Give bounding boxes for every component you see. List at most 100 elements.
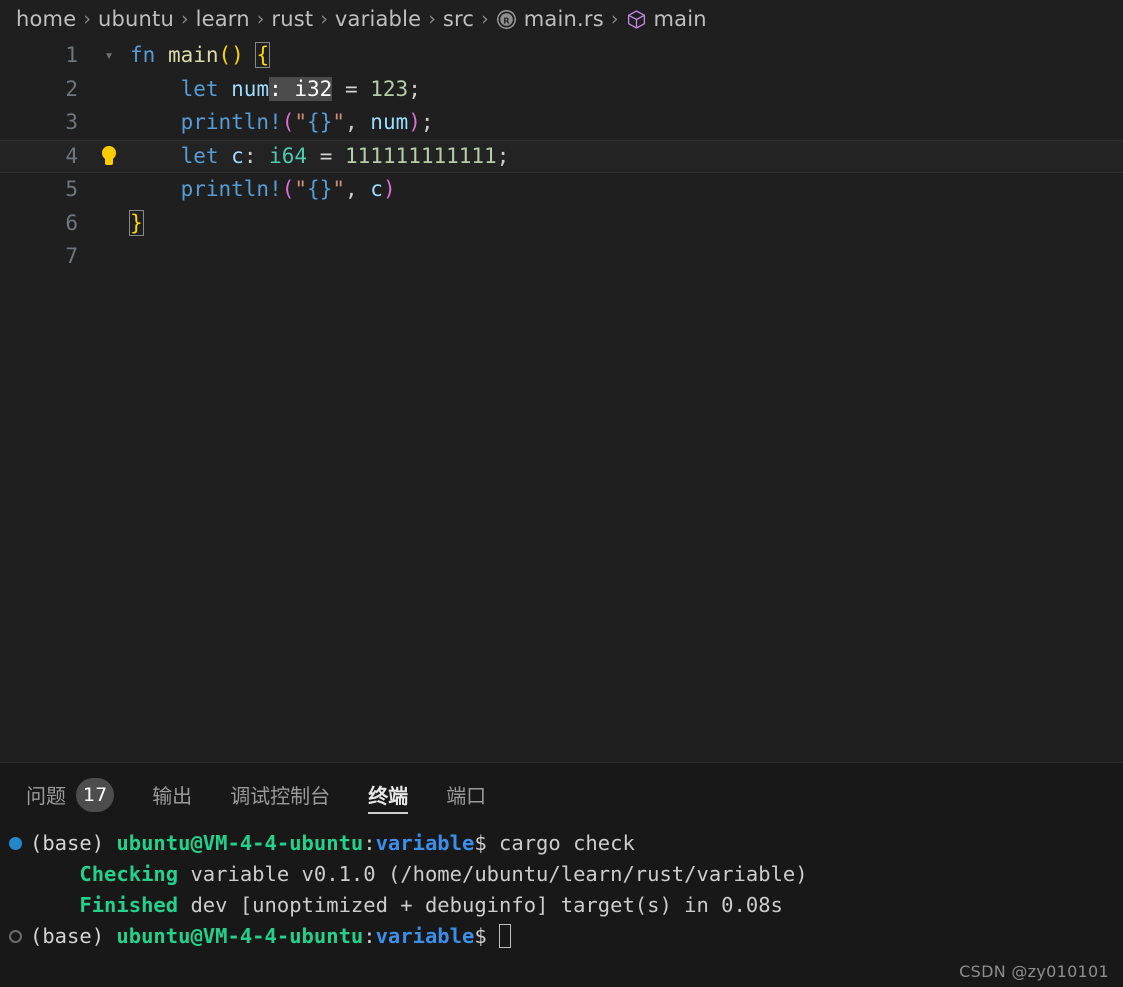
line-number: 5 — [65, 177, 78, 201]
code-line-5[interactable]: 5 println!("{}", c) — [0, 173, 1123, 207]
prompt-path: variable — [375, 924, 475, 948]
token-quote: " — [294, 110, 308, 134]
token-parens: () — [218, 43, 244, 67]
token-macro-println: println! — [180, 177, 282, 201]
line-number: 3 — [65, 110, 78, 134]
breadcrumb-separator: › — [256, 7, 265, 30]
token-quote: " — [294, 177, 308, 201]
token-colon: : — [243, 143, 270, 168]
token-comma: , — [345, 110, 371, 134]
token-variable-num: num — [218, 76, 270, 101]
command-success-marker-icon — [0, 837, 30, 850]
rust-file-icon: R — [496, 9, 518, 31]
terminal-line[interactable]: (base) ubuntu@VM-4-4-ubuntu:variable$ — [0, 921, 1123, 952]
terminal-line: (base) ubuntu@VM-4-4-ubuntu:variable$ ca… — [0, 828, 1123, 859]
token-keyword-fn: fn — [130, 43, 156, 67]
token-open-brace: { — [255, 42, 271, 68]
chevron-down-icon[interactable]: ▾ — [104, 48, 113, 63]
breadcrumb-item-variable[interactable]: variable — [335, 7, 421, 31]
code-line-4[interactable]: 4 let c: i64 = 111111111111; — [0, 139, 1123, 173]
prompt-dollar: $ — [474, 924, 500, 948]
token-quote: " — [332, 110, 345, 134]
line-number: 6 — [65, 210, 78, 235]
tab-label: 调试控制台 — [230, 784, 331, 808]
problems-count-badge: 17 — [76, 777, 115, 812]
prompt-user-host: ubuntu@VM-4-4-ubuntu — [116, 831, 364, 855]
token-semicolon: ; — [408, 76, 421, 101]
terminal-cursor — [499, 924, 512, 948]
token-rparen: ) — [382, 177, 396, 201]
terminal-indent — [30, 862, 79, 886]
panel-tab-bar: 问题 17 输出 调试控制台 终端 端口 — [0, 763, 1123, 826]
tab-terminal[interactable]: 终端 — [368, 763, 409, 826]
token-number: 111111111111 — [344, 143, 497, 168]
bottom-panel: 问题 17 输出 调试控制台 终端 端口 (base) ubuntu@VM-4-… — [0, 762, 1123, 987]
tab-label: 终端 — [368, 784, 409, 808]
breadcrumb-item-home[interactable]: home — [16, 7, 76, 31]
code-line-text: println!("{}", c) — [130, 173, 1123, 207]
prompt-env: (base) — [30, 924, 117, 948]
code-editor[interactable]: 1 ▾ fn main() { 2 let num: i32 = 123; 3 … — [0, 37, 1123, 762]
breadcrumb-item-learn[interactable]: learn — [196, 7, 250, 31]
prompt-env: (base) — [30, 831, 117, 855]
tab-label: 端口 — [446, 784, 487, 808]
code-line-text: fn main() { — [130, 39, 1123, 73]
quick-fix-gutter[interactable] — [88, 145, 130, 167]
tab-label: 问题 — [26, 784, 66, 808]
tab-ports[interactable]: 端口 — [446, 763, 486, 826]
token-lparen: ( — [281, 177, 295, 201]
terminal-line-text: Finished dev [unoptimized + debuginfo] t… — [30, 890, 783, 921]
terminal-line: Checking variable v0.1.0 (/home/ubuntu/l… — [0, 859, 1123, 890]
code-line-2[interactable]: 2 let num: i32 = 123; — [0, 73, 1123, 107]
code-line-3[interactable]: 3 println!("{}", num); — [0, 106, 1123, 140]
token-close-brace: } — [129, 209, 144, 236]
code-content[interactable]: 1 ▾ fn main() { 2 let num: i32 = 123; 3 … — [0, 37, 1123, 274]
token-equals: = — [307, 143, 345, 168]
token-equals: = — [332, 76, 371, 101]
terminal-indent — [30, 893, 79, 917]
tab-debug-console[interactable]: 调试控制台 — [230, 763, 330, 826]
code-line-6[interactable]: 6 } — [0, 207, 1123, 241]
breadcrumb-separator: › — [481, 7, 489, 30]
code-line-1[interactable]: 1 ▾ fn main() { — [0, 39, 1123, 73]
token-format-placeholder: {} — [307, 110, 333, 134]
terminal-output[interactable]: (base) ubuntu@VM-4-4-ubuntu:variable$ ca… — [0, 826, 1123, 987]
breadcrumb-item-ubuntu[interactable]: ubuntu — [98, 7, 174, 31]
fold-gutter[interactable]: ▾ — [88, 48, 130, 63]
terminal-line-text: (base) ubuntu@VM-4-4-ubuntu:variable$ ca… — [30, 828, 635, 859]
code-line-7[interactable]: 7 — [0, 240, 1123, 274]
line-number: 2 — [65, 76, 78, 101]
token-variable-c: c — [218, 143, 244, 168]
breadcrumb-item-src[interactable]: src — [443, 7, 474, 31]
line-number: 7 — [65, 244, 78, 268]
code-line-text: let num: i32 = 123; — [130, 73, 1123, 107]
breadcrumb-item-main-symbol[interactable]: main — [653, 7, 706, 31]
terminal-line-text: Checking variable v0.1.0 (/home/ubuntu/l… — [30, 859, 808, 890]
cargo-status-detail: variable v0.1.0 (/home/ubuntu/learn/rust… — [178, 862, 808, 886]
breadcrumb-separator: › — [180, 7, 189, 30]
tab-output[interactable]: 输出 — [152, 763, 192, 826]
cargo-status-detail: dev [unoptimized + debuginfo] target(s) … — [178, 893, 783, 917]
tab-problems[interactable]: 问题 17 — [26, 763, 115, 826]
prompt-dollar: $ — [474, 831, 500, 855]
text-selection-type-annotation: : i32 — [269, 76, 333, 101]
prompt-colon: : — [363, 831, 376, 855]
cargo-status-checking: Checking — [79, 862, 179, 886]
token-function-name: main — [155, 43, 219, 67]
lightbulb-icon[interactable] — [99, 145, 119, 167]
prompt-colon: : — [363, 924, 376, 948]
token-keyword-let: let — [180, 76, 219, 101]
tab-label: 输出 — [152, 784, 193, 808]
token-number: 123 — [370, 76, 409, 101]
token-comma: , — [345, 177, 371, 201]
command-pending-marker-icon — [0, 930, 30, 943]
terminal-command: cargo check — [499, 831, 635, 855]
breadcrumb-item-main-rs[interactable]: main.rs — [524, 7, 604, 31]
symbol-function-cube-icon — [625, 9, 647, 31]
code-line-text: println!("{}", num); — [130, 106, 1123, 140]
token-semicolon: ; — [496, 143, 510, 168]
breadcrumb-item-rust[interactable]: rust — [271, 7, 313, 31]
